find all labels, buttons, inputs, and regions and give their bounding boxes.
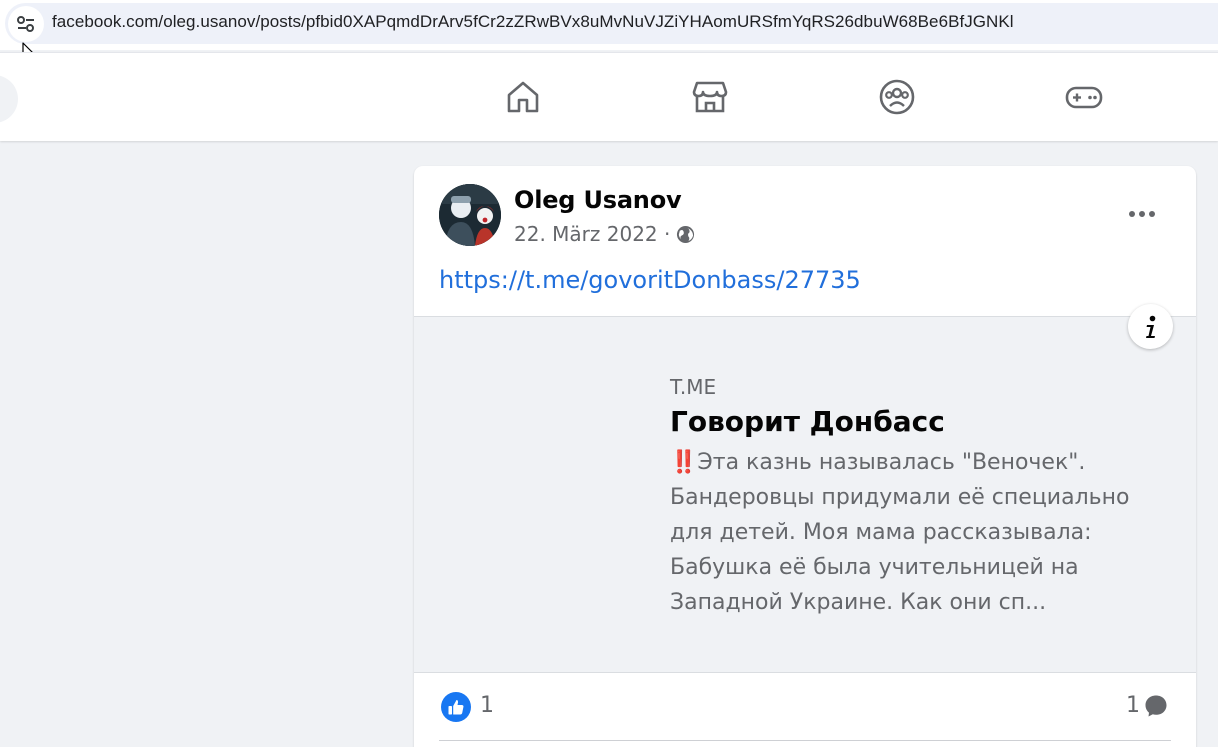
post-link[interactable]: https://t.me/govoritDonbass/27735 — [439, 266, 861, 294]
reactions-divider — [439, 740, 1171, 741]
link-info-button[interactable] — [1128, 304, 1173, 349]
comment-count[interactable]: 1 — [1126, 693, 1140, 718]
avatar-photo — [439, 184, 501, 246]
search-button[interactable] — [0, 75, 18, 123]
site-settings-button[interactable] — [8, 6, 44, 42]
preview-description-line: ‼️Эта казнь называлась "Веночек". — [670, 450, 1086, 475]
reactions-bar: 1 1 — [414, 673, 1196, 743]
comment-icon[interactable] — [1144, 694, 1168, 718]
author-name[interactable]: Oleg Usanov — [514, 186, 682, 214]
post-date[interactable]: 22. März 2022 · — [514, 222, 670, 246]
preview-description: ‼️Эта казнь называлась "Веночек". Бандер… — [670, 445, 1170, 620]
tune-icon — [17, 16, 34, 32]
post-meta: 22. März 2022 · — [514, 222, 695, 246]
info-icon — [1145, 315, 1155, 338]
nav-gaming[interactable] — [1064, 77, 1104, 117]
marketplace-icon — [692, 81, 728, 113]
home-icon — [507, 81, 539, 113]
more-horizontal-icon — [1129, 211, 1155, 217]
like-reaction-badge[interactable] — [441, 692, 471, 722]
browser-address-bar: facebook.com/oleg.usanov/posts/pfbid0XAP… — [0, 0, 1218, 50]
like-count[interactable]: 1 — [480, 693, 494, 718]
author-avatar[interactable] — [439, 184, 501, 246]
preview-description-line: Бандеровцы придумали её специально — [670, 485, 1130, 510]
globe-icon — [677, 225, 695, 243]
preview-title[interactable]: Говорит Донбасс — [670, 405, 945, 438]
post-options-button[interactable] — [1122, 194, 1162, 234]
preview-description-line: Бабушка её была учительницей на — [670, 555, 1079, 580]
url-text[interactable]: facebook.com/oleg.usanov/posts/pfbid0XAP… — [52, 12, 1014, 32]
preview-description-line: Западной Украине. Как они сп... — [670, 590, 1047, 615]
nav-marketplace[interactable] — [690, 77, 730, 117]
preview-description-line: для детей. Моя мама рассказывала: — [670, 520, 1092, 545]
nav-home[interactable] — [503, 77, 543, 117]
facebook-top-nav — [0, 52, 1218, 141]
preview-domain: T.ME — [670, 375, 717, 399]
nav-groups[interactable] — [877, 77, 917, 117]
post-card: Oleg Usanov 22. März 2022 · https://t.me… — [414, 166, 1196, 747]
link-preview[interactable]: T.ME Говорит Донбасс ‼️Эта казнь называл… — [414, 316, 1196, 673]
thumbs-up-icon — [448, 700, 464, 715]
groups-icon — [879, 79, 915, 115]
gaming-icon — [1065, 86, 1103, 109]
